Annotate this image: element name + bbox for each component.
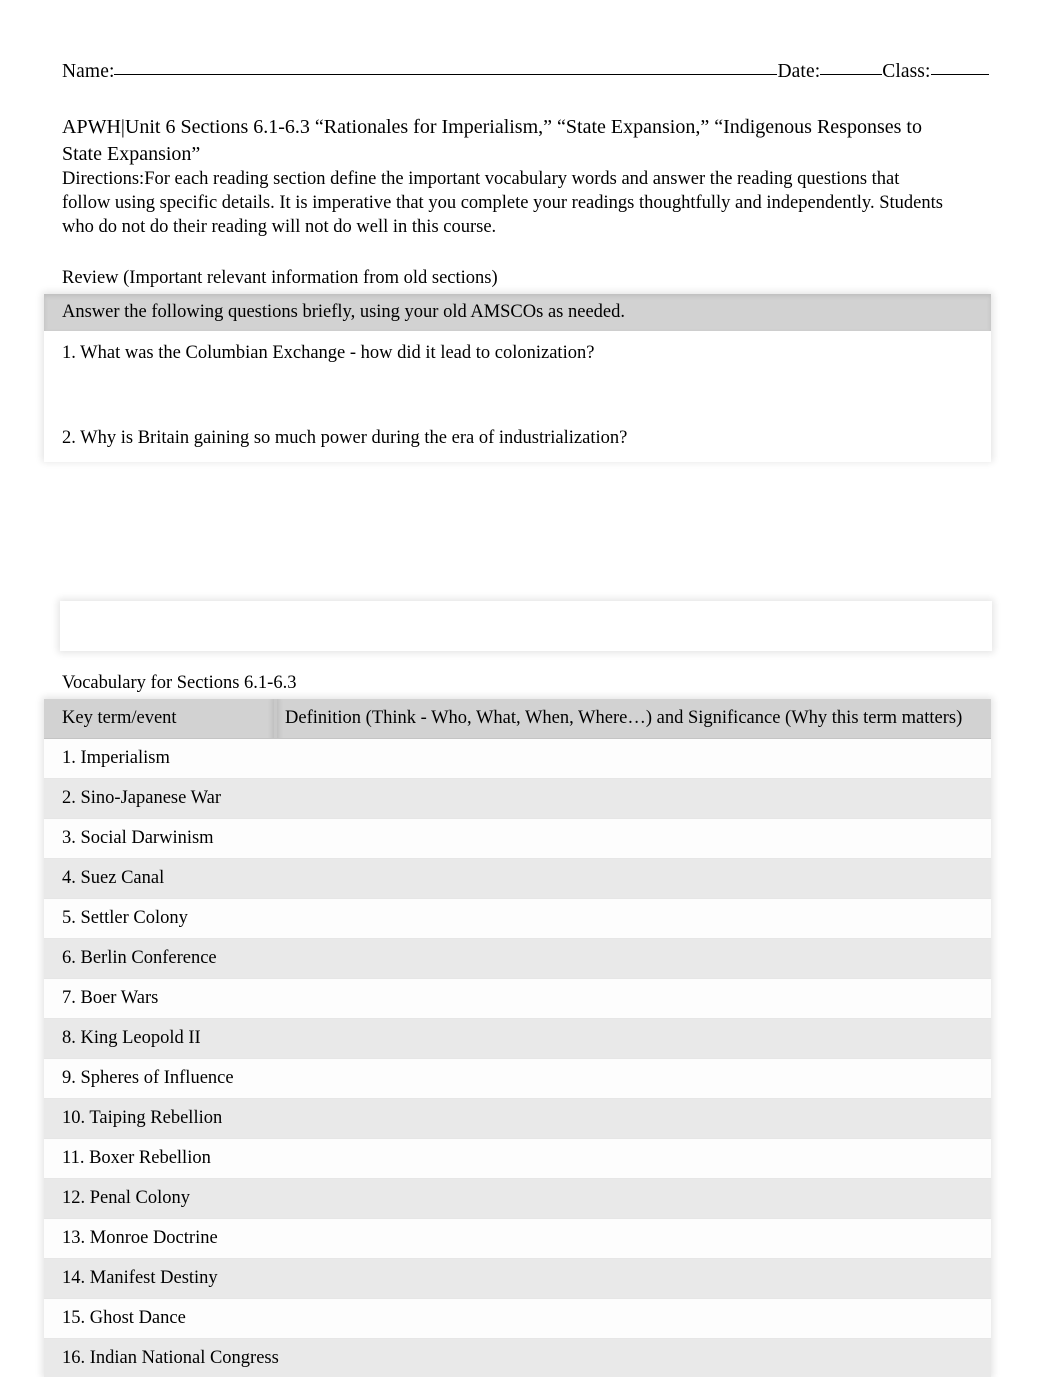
vocabulary-term: 12. Penal Colony [62,1188,190,1208]
vocabulary-term: 5. Settler Colony [62,908,188,928]
vocabulary-term: 16. Indian National Congress [62,1348,279,1368]
vocabulary-term: 1. Imperialism [62,748,170,768]
table-row: 7. Boer Wars [44,979,991,1019]
name-blank-rule[interactable] [114,61,778,75]
review-table: Answer the following questions briefly, … [44,294,991,460]
table-row: 2. Sino-Japanese War [44,779,991,819]
table-row: 10. Taiping Rebellion [44,1099,991,1139]
table-row: 12. Penal Colony [44,1179,991,1219]
vocabulary-caption: Vocabulary for Sections 6.1-6.3 [62,673,297,693]
class-blank-rule[interactable] [930,61,989,75]
vocabulary-term: 10. Taiping Rebellion [62,1108,223,1128]
vocabulary-header-term: Key term/event [62,708,177,728]
page-title: APWH|Unit 6 Sections 6.1-6.3 “Rationales… [62,116,922,165]
vocabulary-table: Key term/event Definition (Think - Who, W… [44,699,991,1377]
vocabulary-term: 3. Social Darwinism [62,828,214,848]
name-label: Name: [62,61,115,82]
vocabulary-term: 13. Monroe Doctrine [62,1228,218,1248]
vocabulary-term: 4. Suez Canal [62,868,165,888]
vocabulary-term: 6. Berlin Conference [62,948,217,968]
review-question-1: 1. What was the Columbian Exchange - how… [62,343,595,363]
table-row: 9. Spheres of Influence [44,1059,991,1099]
directions-body: For each reading section define the impo… [62,169,943,237]
vocabulary-term: 8. King Leopold II [62,1028,201,1048]
review-question-2: 2. Why is Britain gaining so much power … [62,428,628,448]
review-caption: Review (Important relevant information f… [62,268,498,288]
directions-label: Directions: [62,169,145,189]
page-1-table-bottom-edge [44,460,991,462]
table-row: 15. Ghost Dance [44,1299,991,1339]
table-row: 4. Suez Canal [44,859,991,899]
vocabulary-term: 7. Boer Wars [62,988,159,1008]
name-date-class-line: Name: Date: Class: [62,59,1004,85]
vocabulary-term: 11. Boxer Rebellion [62,1148,211,1168]
table-row: 5. Settler Colony [44,899,991,939]
vocabulary-header-definition: Definition (Think - Who, What, When, Whe… [285,708,963,728]
vocabulary-term: 2. Sino-Japanese War [62,788,221,808]
vocabulary-term: 9. Spheres of Influence [62,1068,234,1088]
review-table-continuation [60,601,992,651]
table-row: 14. Manifest Destiny [44,1259,991,1299]
class-label: Class: [882,61,931,82]
vocabulary-term: 15. Ghost Dance [62,1308,186,1328]
review-instruction: Answer the following questions briefly, … [62,302,625,322]
table-row: 16. Indian National Congress [44,1339,991,1377]
table-row: 11. Boxer Rebellion [44,1139,991,1179]
table-row: 3. Social Darwinism [44,819,991,859]
table-row: 1. Imperialism [44,739,991,779]
date-blank-rule[interactable] [820,61,883,75]
table-row: 6. Berlin Conference [44,939,991,979]
vocabulary-header-row: Key term/event Definition (Think - Who, W… [44,699,991,739]
table-row: 8. King Leopold II [44,1019,991,1059]
date-label: Date: [777,61,821,82]
directions-paragraph: Directions:For each reading section defi… [62,168,944,239]
vocabulary-term: 14. Manifest Destiny [62,1268,218,1288]
table-row: 13. Monroe Doctrine [44,1219,991,1259]
